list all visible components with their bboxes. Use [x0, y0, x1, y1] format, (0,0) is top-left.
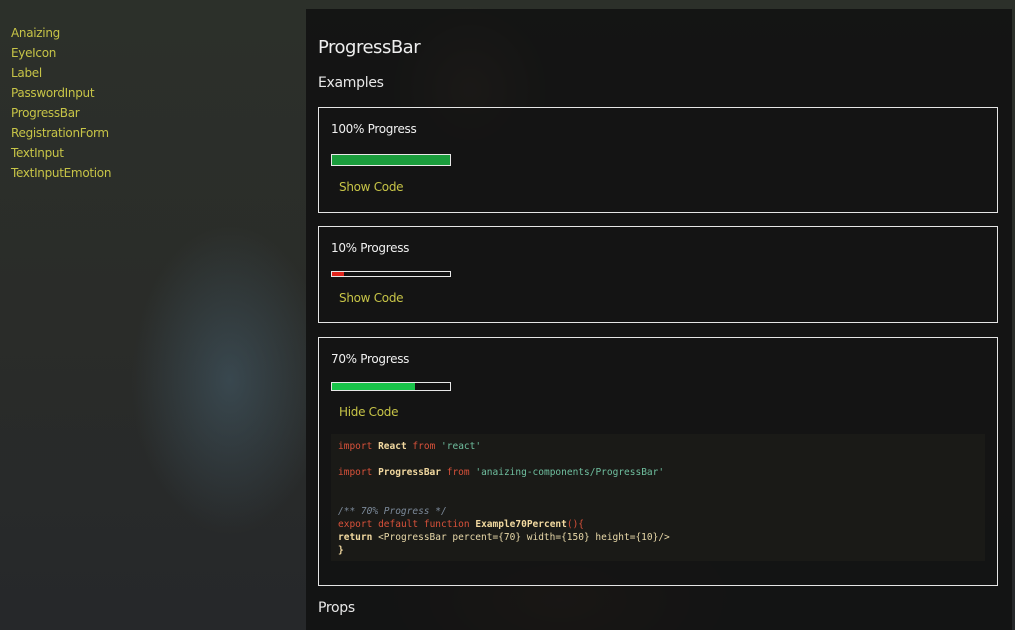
sidebar-item-anaizing[interactable]: Anaizing	[11, 23, 171, 43]
sidebar-item-registrationform[interactable]: RegistrationForm	[11, 123, 171, 143]
progress-bar-fill	[332, 383, 415, 390]
example-title: 70% Progress	[331, 352, 410, 366]
sidebar-item-label[interactable]: Label	[11, 63, 171, 83]
progress-bar-fill	[332, 272, 344, 276]
sidebar-nav: Anaizing EyeIcon Label PasswordInput Pro…	[11, 23, 171, 183]
props-heading: Props	[318, 600, 355, 616]
main-panel: ProgressBar Examples 100% Progress Show …	[306, 9, 1012, 630]
examples-heading: Examples	[318, 75, 384, 91]
example-card-100: 100% Progress Show Code	[318, 107, 998, 213]
sidebar-item-textinputemotion[interactable]: TextInputEmotion	[11, 163, 171, 183]
show-code-button[interactable]: Show Code	[339, 291, 404, 305]
progress-bar	[331, 271, 451, 277]
example-title: 10% Progress	[331, 241, 410, 255]
hide-code-button[interactable]: Hide Code	[339, 405, 399, 419]
example-card-10: 10% Progress Show Code	[318, 226, 998, 323]
sidebar-item-passwordinput[interactable]: PasswordInput	[11, 83, 171, 103]
example-card-70: 70% Progress Hide Code import React from…	[318, 337, 998, 586]
progress-bar-fill	[332, 155, 450, 165]
progress-bar	[331, 382, 451, 391]
sidebar-item-progressbar[interactable]: ProgressBar	[11, 103, 171, 123]
page-title: ProgressBar	[318, 37, 421, 58]
code-block: import React from 'react' import Progres…	[331, 434, 985, 561]
progress-bar	[331, 154, 451, 166]
sidebar-item-eyeicon[interactable]: EyeIcon	[11, 43, 171, 63]
example-title: 100% Progress	[331, 122, 417, 136]
show-code-button[interactable]: Show Code	[339, 180, 404, 194]
sidebar-item-textinput[interactable]: TextInput	[11, 143, 171, 163]
